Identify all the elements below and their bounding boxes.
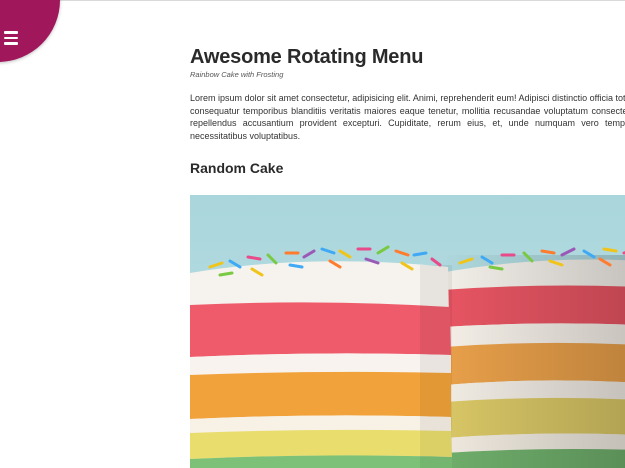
- top-divider: [0, 0, 625, 1]
- article-paragraph: Lorem ipsum dolor sit amet consectetur, …: [190, 93, 625, 141]
- article: Awesome Rotating Menu Rainbow Cake with …: [190, 45, 625, 177]
- hamburger-icon[interactable]: [4, 31, 18, 45]
- page: Awesome Rotating Menu Rainbow Cake with …: [0, 0, 625, 468]
- front-cake-slice: [190, 261, 452, 468]
- back-cake-slice: [440, 255, 625, 468]
- page-title: Awesome Rotating Menu: [190, 46, 424, 68]
- rainbow-cake-image: [190, 195, 625, 468]
- section-heading: Random Cake: [190, 160, 284, 176]
- page-subtitle: Rainbow Cake with Frosting: [190, 70, 284, 79]
